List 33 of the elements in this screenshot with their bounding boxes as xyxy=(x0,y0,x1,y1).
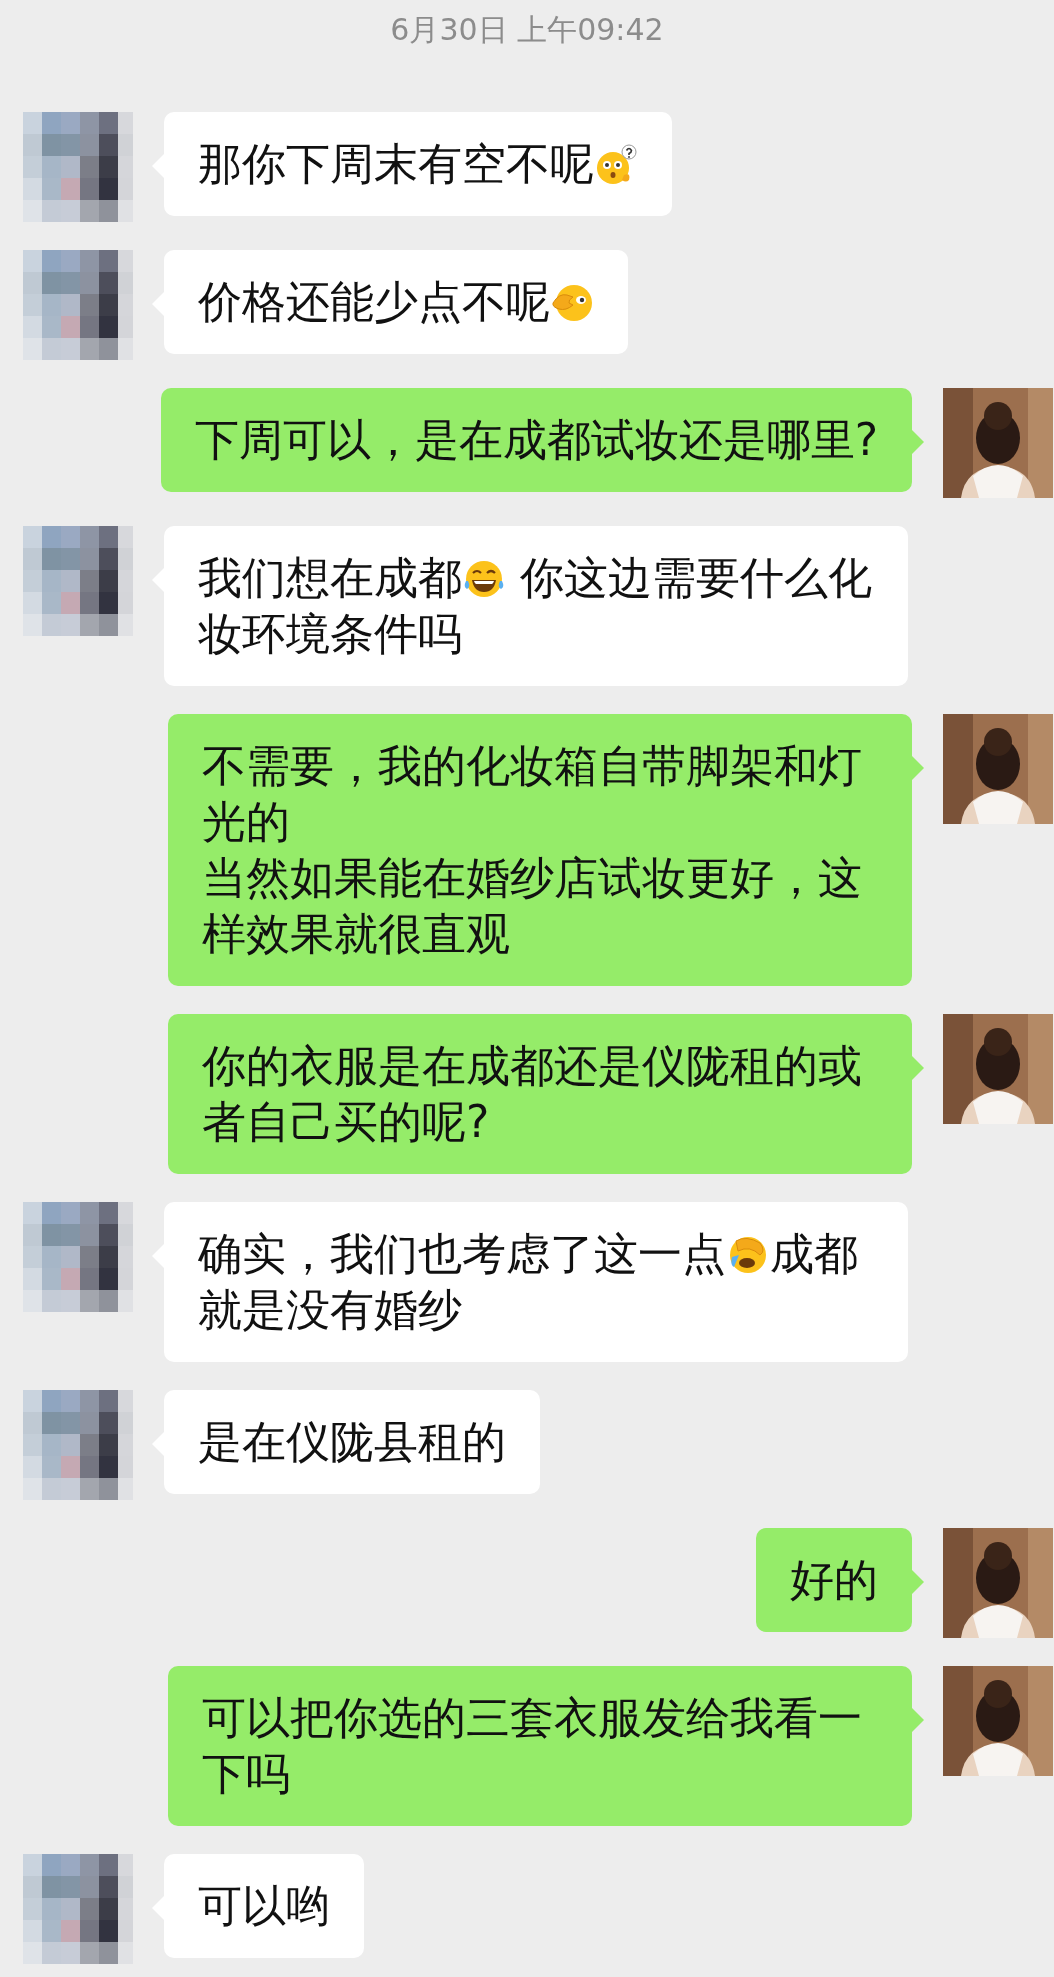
message-text: 我们想在成都 xyxy=(198,552,462,603)
avatar[interactable] xyxy=(23,250,133,360)
message-text: 不需要，我的化妆箱自带脚架和灯 xyxy=(202,740,862,791)
message-text: 就是没有婚纱 xyxy=(198,1284,462,1335)
message-text: 可以把你选的三套衣服发给我看一 xyxy=(202,1692,862,1743)
avatar[interactable] xyxy=(23,1854,133,1964)
message-text: 好的 xyxy=(790,1554,878,1605)
avatar[interactable] xyxy=(943,1014,1053,1124)
message-text: 是在仪陇县租的 xyxy=(198,1416,506,1467)
message-text: 价格还能少点不呢 xyxy=(198,276,550,327)
avatar[interactable] xyxy=(943,1528,1053,1638)
message-text: 下周可以，是在成都试妆还是哪里? xyxy=(194,414,878,465)
avatar[interactable] xyxy=(943,714,1053,824)
avatar[interactable] xyxy=(943,1666,1053,1776)
puzzled-face-icon xyxy=(594,143,638,187)
message-text: 你的衣服是在成都还是仪陇租的或 xyxy=(202,1040,862,1091)
message-text: 确实，我们也考虑了这一点 xyxy=(198,1228,726,1279)
message-text: 妆环境条件吗 xyxy=(198,608,462,659)
message-text: 当然如果能在婚纱店试妆更好，这 xyxy=(202,852,862,903)
avatar[interactable] xyxy=(23,112,133,222)
message-text: 光的 xyxy=(202,796,290,847)
message-text: 样效果就很直观 xyxy=(202,908,510,959)
message-text: 成都 xyxy=(770,1228,858,1279)
message-text: 那你下周末有空不呢 xyxy=(198,138,594,189)
avatar[interactable] xyxy=(23,1390,133,1500)
timestamp: 6月30日 上午09:42 xyxy=(390,12,664,48)
avatar[interactable] xyxy=(23,526,133,636)
message-text: 你这边需要什么化 xyxy=(519,552,872,603)
avatar[interactable] xyxy=(23,1202,133,1312)
message-text: 可以哟 xyxy=(198,1880,330,1931)
avatar[interactable] xyxy=(943,388,1053,498)
message-text: 者自己买的呢? xyxy=(202,1096,490,1147)
message-text: 下吗 xyxy=(202,1748,290,1799)
